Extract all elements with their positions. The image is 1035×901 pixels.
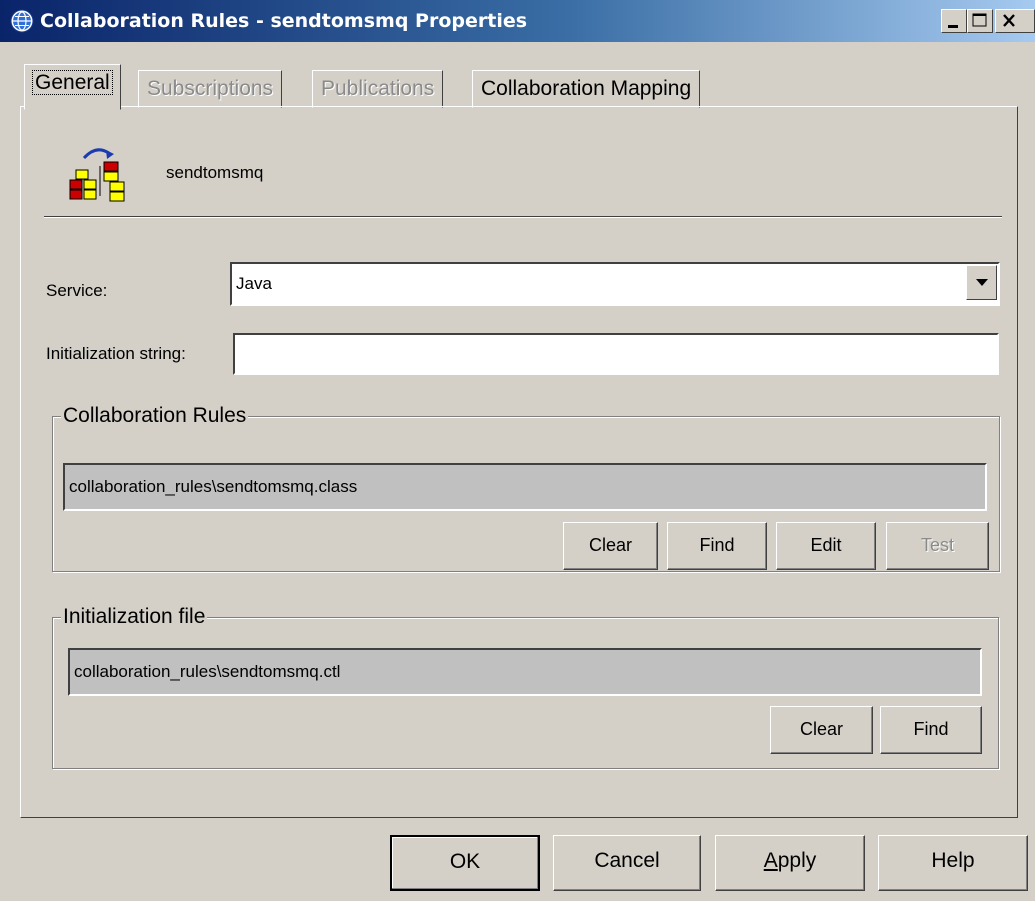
collaboration-rules-path: collaboration_rules\sendtomsmq.class — [69, 477, 358, 496]
minimize-button[interactable] — [941, 9, 967, 33]
tab-general[interactable]: General — [24, 64, 121, 110]
tab-publications-label: Publications — [321, 77, 435, 100]
maximize-button[interactable] — [967, 9, 993, 33]
initialization-file-legend: Initialization file — [61, 605, 208, 629]
tab-publications[interactable]: Publications — [312, 70, 444, 108]
object-name: sendtomsmq — [166, 163, 264, 182]
apply-label-rest: pply — [777, 849, 817, 872]
service-select[interactable]: Java — [230, 262, 1000, 306]
minimize-icon — [948, 25, 958, 28]
ok-button[interactable]: OK — [390, 835, 540, 891]
maximize-icon — [972, 13, 987, 27]
cancel-button[interactable]: Cancel — [553, 835, 701, 891]
service-value: Java — [236, 274, 272, 293]
help-button[interactable]: Help — [878, 835, 1028, 891]
init-string-label: Initialization string: — [46, 344, 186, 363]
file-find-button[interactable]: Find — [880, 706, 982, 754]
close-button[interactable] — [995, 9, 1035, 33]
apply-button[interactable]: Apply — [715, 835, 865, 891]
initialization-file-path-field: collaboration_rules\sendtomsmq.ctl — [68, 648, 982, 696]
header-divider — [44, 216, 1002, 218]
tab-collaboration-mapping[interactable]: Collaboration Mapping — [472, 70, 701, 108]
service-dropdown-button[interactable] — [966, 265, 997, 300]
apply-mnemonic: A — [763, 849, 778, 872]
collaboration-rules-legend: Collaboration Rules — [61, 404, 249, 428]
window-title: Collaboration Rules - sendtomsmq Propert… — [40, 10, 528, 32]
rules-clear-button[interactable]: Clear — [563, 522, 658, 570]
title-bar[interactable]: Collaboration Rules - sendtomsmq Propert… — [0, 0, 1035, 42]
globe-icon — [10, 9, 34, 33]
file-clear-button[interactable]: Clear — [770, 706, 873, 754]
rules-test-button[interactable]: Test — [886, 522, 989, 570]
rules-find-button[interactable]: Find — [667, 522, 767, 570]
tab-general-label: General — [32, 70, 113, 95]
tab-subscriptions-label: Subscriptions — [147, 77, 274, 100]
collaboration-rule-icon — [69, 148, 125, 202]
tab-collaboration-mapping-label: Collaboration Mapping — [481, 77, 692, 100]
close-icon — [1003, 14, 1015, 27]
tab-subscriptions[interactable]: Subscriptions — [138, 70, 283, 108]
initialization-file-path: collaboration_rules\sendtomsmq.ctl — [74, 662, 341, 681]
service-label: Service: — [46, 281, 108, 300]
chevron-down-icon — [976, 279, 988, 286]
init-string-input[interactable] — [233, 333, 999, 375]
rules-edit-button[interactable]: Edit — [776, 522, 876, 570]
collaboration-rules-path-field: collaboration_rules\sendtomsmq.class — [63, 463, 987, 511]
